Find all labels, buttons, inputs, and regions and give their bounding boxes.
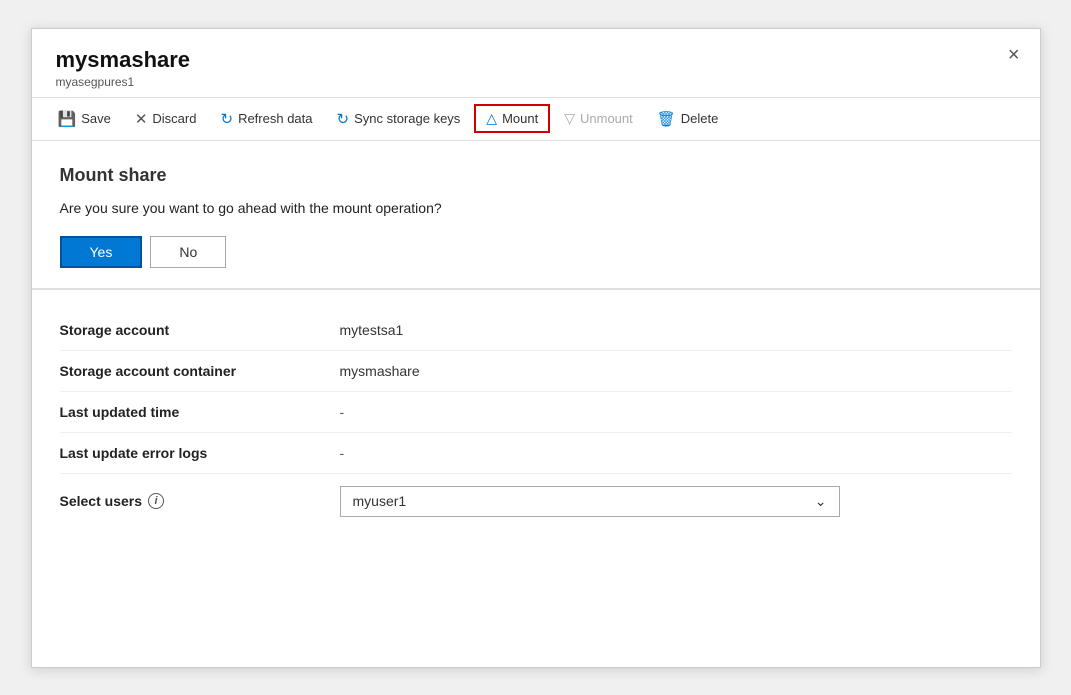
discard-icon: ✕ xyxy=(135,110,148,128)
toolbar: 💾 Save ✕ Discard ↻ Refresh data ↻ Sync s… xyxy=(32,98,1040,141)
refresh-label: Refresh data xyxy=(238,111,312,126)
panel-title: mysmashare xyxy=(56,47,1016,73)
mount-button[interactable]: △ Mount xyxy=(474,104,550,133)
no-button[interactable]: No xyxy=(150,236,226,268)
last-error-label: Last update error logs xyxy=(60,445,340,461)
mount-label: Mount xyxy=(502,111,538,126)
sync-label: Sync storage keys xyxy=(354,111,460,126)
delete-button[interactable]: 🗑 Delete xyxy=(647,104,729,134)
unmount-icon: ▽ xyxy=(564,110,575,127)
details-section: Storage account mytestsa1 Storage accoun… xyxy=(32,290,1040,549)
confirm-title: Mount share xyxy=(60,165,1012,186)
save-icon: 💾 xyxy=(58,110,77,128)
select-users-info-icon: i xyxy=(148,493,164,509)
sync-icon: ↻ xyxy=(337,110,350,128)
sync-storage-keys-button[interactable]: ↻ Sync storage keys xyxy=(327,104,471,134)
select-users-row: Select users i myuser1 ⌄ xyxy=(60,474,1012,529)
delete-label: Delete xyxy=(681,111,719,126)
delete-icon: 🗑 xyxy=(657,110,676,128)
last-updated-row: Last updated time - xyxy=(60,392,1012,433)
confirm-buttons: Yes No xyxy=(60,236,1012,268)
select-users-value: myuser1 xyxy=(353,493,407,509)
panel-header: mysmashare myasegpures1 × xyxy=(32,29,1040,98)
last-updated-label: Last updated time xyxy=(60,404,340,420)
main-panel: mysmashare myasegpures1 × 💾 Save ✕ Disca… xyxy=(31,28,1041,668)
confirm-section: Mount share Are you sure you want to go … xyxy=(32,141,1040,290)
chevron-down-icon: ⌄ xyxy=(815,493,827,510)
refresh-button[interactable]: ↻ Refresh data xyxy=(210,104,322,134)
select-users-label: Select users i xyxy=(60,493,340,509)
mount-icon: △ xyxy=(486,110,497,127)
select-users-dropdown[interactable]: myuser1 ⌄ xyxy=(340,486,840,517)
storage-account-label: Storage account xyxy=(60,322,340,338)
storage-container-row: Storage account container mysmashare xyxy=(60,351,1012,392)
last-error-row: Last update error logs - xyxy=(60,433,1012,474)
storage-account-value: mytestsa1 xyxy=(340,322,404,338)
panel-subtitle: myasegpures1 xyxy=(56,75,1016,89)
discard-label: Discard xyxy=(152,111,196,126)
discard-button[interactable]: ✕ Discard xyxy=(125,104,207,134)
storage-account-row: Storage account mytestsa1 xyxy=(60,310,1012,351)
refresh-icon: ↻ xyxy=(220,110,233,128)
unmount-label: Unmount xyxy=(580,111,633,126)
confirm-text: Are you sure you want to go ahead with t… xyxy=(60,200,1012,216)
yes-button[interactable]: Yes xyxy=(60,236,143,268)
last-updated-value: - xyxy=(340,404,345,420)
save-button[interactable]: 💾 Save xyxy=(48,104,121,134)
close-button[interactable]: × xyxy=(1008,45,1020,65)
last-error-value: - xyxy=(340,445,345,461)
storage-container-value: mysmashare xyxy=(340,363,420,379)
unmount-button[interactable]: ▽ Unmount xyxy=(554,104,643,133)
storage-container-label: Storage account container xyxy=(60,363,340,379)
save-label: Save xyxy=(81,111,111,126)
